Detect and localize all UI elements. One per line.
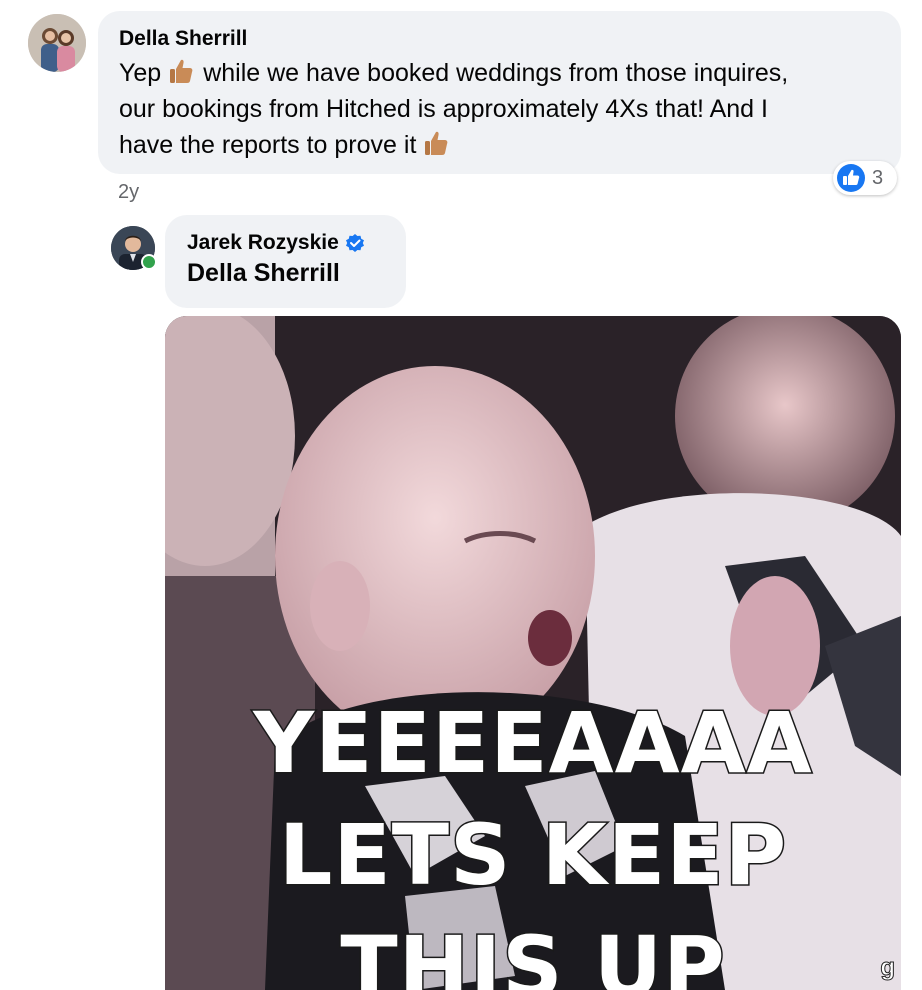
reply-author-name[interactable]: Jarek Rozyskie <box>187 231 339 255</box>
thumbs-up-icon <box>170 59 193 83</box>
comment-author-name[interactable]: Della Sherrill <box>119 27 247 51</box>
gif-caption-line3: THIS UP <box>339 917 726 990</box>
reply-author: Jarek Rozyskie <box>187 231 365 255</box>
thumbs-up-icon <box>425 131 448 155</box>
reaction-summary[interactable]: 3 <box>833 161 897 195</box>
comment-timestamp[interactable]: 2y <box>118 181 139 204</box>
comment-text: Yep while we have booked weddings from t… <box>119 55 889 163</box>
reply-bubble: Jarek Rozyskie Della Sherrill <box>165 215 406 308</box>
avatar-photo <box>28 14 86 72</box>
verified-badge-icon <box>345 234 364 252</box>
gif-caption-line1: YEEEEAAAA <box>252 693 813 794</box>
reaction-count: 3 <box>872 166 884 189</box>
comment-bubble: Della Sherrill Yep while we have booked … <box>98 11 901 174</box>
reply-gif[interactable]: YEEEEAAAA LETS KEEP THIS UP g <box>165 316 901 990</box>
commenter-avatar[interactable] <box>28 14 86 72</box>
online-status-indicator <box>141 254 157 270</box>
comment-text-line3: have the reports to prove it <box>119 131 417 159</box>
gif-watermark: g <box>880 954 896 982</box>
reply-avatar[interactable] <box>111 226 157 270</box>
mention-tag[interactable]: Della Sherrill <box>187 259 340 288</box>
comment-text-part2: while we have booked weddings from those… <box>203 59 789 87</box>
comment-text-part1: Yep <box>119 59 162 87</box>
gif-caption-line2: LETS KEEP <box>277 805 788 906</box>
like-icon <box>837 164 865 192</box>
comment-text-line2: our bookings from Hitched is approximate… <box>119 95 768 123</box>
